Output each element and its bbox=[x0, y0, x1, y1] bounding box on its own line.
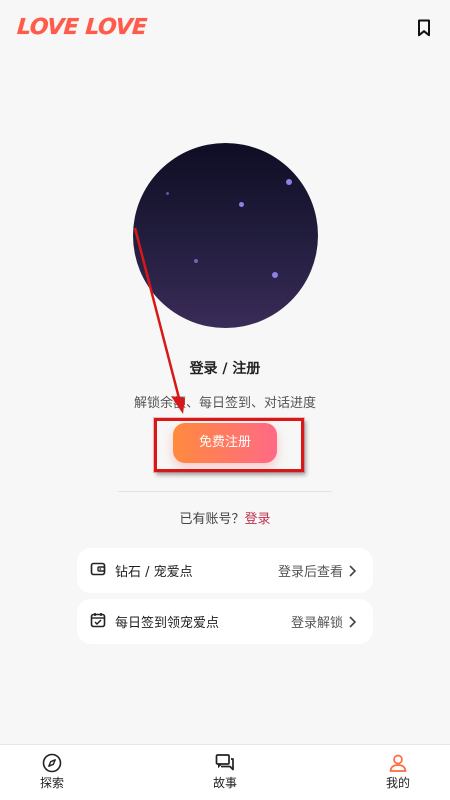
chevron-right-icon bbox=[349, 565, 357, 577]
nav-item-explore[interactable]: 探索 bbox=[12, 745, 92, 800]
compass-icon bbox=[42, 753, 62, 773]
daily-checkin-card[interactable]: 每日签到领宠爱点 登录解锁 bbox=[77, 599, 373, 644]
star-decoration bbox=[194, 259, 198, 263]
nav-label: 探索 bbox=[39, 776, 64, 790]
highlight-box bbox=[154, 418, 304, 472]
chevron-right-icon bbox=[349, 616, 357, 628]
user-icon bbox=[389, 754, 407, 772]
app-logo: LOVE LOVE bbox=[16, 15, 148, 40]
nav-label: 故事 bbox=[212, 776, 237, 790]
page-subtitle: 解锁余额、每日签到、对话进度 bbox=[133, 396, 316, 411]
nav-item-mine[interactable]: 我的 bbox=[358, 745, 438, 800]
star-decoration bbox=[166, 192, 169, 195]
page-title: 登录 / 注册 bbox=[189, 361, 261, 377]
avatar[interactable] bbox=[133, 143, 318, 328]
card-status: 登录后查看 bbox=[277, 565, 343, 580]
has-account-text: 已有账号？ bbox=[179, 512, 245, 527]
nav-label: 我的 bbox=[385, 776, 410, 790]
card-label: 每日签到领宠爱点 bbox=[115, 616, 220, 631]
nav-item-story[interactable]: 故事 bbox=[185, 745, 265, 800]
diamond-card[interactable]: 钻石 / 宠爱点 登录后查看 bbox=[77, 548, 373, 593]
divider bbox=[118, 491, 332, 492]
login-row: 已有账号？登录 bbox=[0, 508, 450, 527]
chat-icon bbox=[215, 754, 234, 771]
header: LOVE LOVE bbox=[0, 0, 450, 56]
star-decoration bbox=[286, 179, 292, 185]
bookmark-icon bbox=[418, 19, 430, 37]
star-decoration bbox=[239, 202, 244, 207]
login-link[interactable]: 登录 bbox=[245, 512, 271, 527]
bottom-nav: 探索 故事 我的 bbox=[0, 744, 450, 800]
star-decoration bbox=[272, 272, 278, 278]
calendar-check-icon bbox=[90, 613, 106, 628]
wallet-icon bbox=[90, 562, 106, 576]
bookmark-button[interactable] bbox=[414, 16, 434, 40]
card-label: 钻石 / 宠爱点 bbox=[115, 565, 193, 580]
card-status: 登录解锁 bbox=[290, 616, 343, 631]
